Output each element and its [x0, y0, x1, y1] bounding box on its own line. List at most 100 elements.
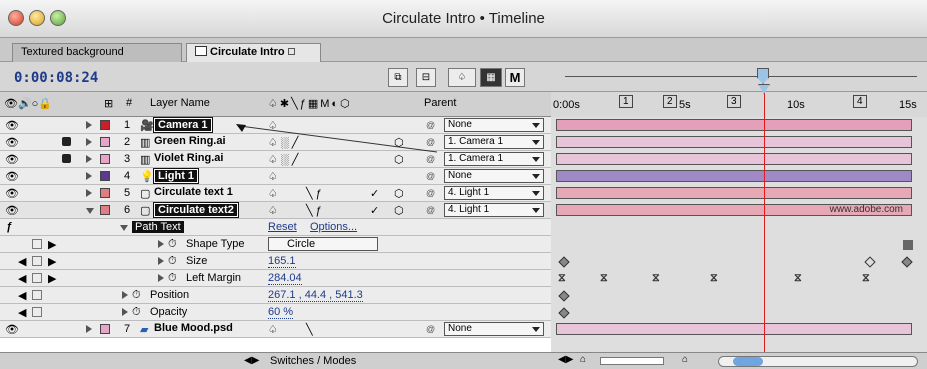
hold-keyframe-icon[interactable]: ⧖ — [600, 273, 610, 284]
expand-triangle-icon[interactable] — [158, 257, 164, 265]
effect-switch-icon[interactable]: ƒ — [6, 221, 12, 233]
label-color-swatch[interactable] — [100, 188, 110, 198]
current-time-indicator[interactable] — [764, 92, 765, 352]
layer-name[interactable]: Circulate text 1 — [154, 186, 233, 198]
layer-duration-bar[interactable] — [556, 323, 912, 335]
parent-select[interactable]: None — [444, 322, 544, 336]
layer-row-4[interactable]: 👁 4 💡 Light 1 ♤ @ None — [0, 168, 551, 185]
comp-marker[interactable]: 3 — [727, 95, 741, 108]
keyframe-next-icon[interactable]: ▶ — [48, 255, 56, 268]
size-value[interactable]: 165.1 — [268, 255, 296, 268]
tab-close-icon[interactable] — [287, 48, 295, 55]
expand-triangle-icon[interactable] — [86, 172, 92, 180]
parent-select[interactable]: 4. Light 1 — [444, 186, 544, 200]
shy-layers-icon[interactable]: ♤ — [448, 68, 476, 87]
layer-row-6[interactable]: 👁 6 ▢ Circulate text2 ♤ ╲ ƒ ✓ ⬡ @ 4. Lig… — [0, 202, 551, 219]
expand-triangle-icon[interactable] — [158, 240, 164, 248]
quality-switch-icon[interactable]: ╲ — [306, 323, 313, 336]
parent-pick-whip-icon[interactable]: @ — [426, 205, 435, 215]
stopwatch-icon[interactable]: ⏱ — [168, 238, 177, 251]
property-row-left-margin[interactable]: ◀ ▶ ⏱ Left Margin 284.04 — [0, 270, 551, 287]
time-navigator[interactable] — [551, 66, 927, 90]
parent-select[interactable]: None — [444, 169, 544, 183]
keyframe-nav-box[interactable] — [32, 239, 42, 249]
layer-duration-bar[interactable]: www.adobe.com — [556, 204, 912, 216]
expand-triangle-icon[interactable] — [86, 155, 92, 163]
left-margin-value[interactable]: 284.04 — [268, 272, 302, 285]
keyframe-nav-box[interactable] — [32, 273, 42, 283]
label-color-swatch[interactable] — [100, 171, 110, 181]
shape-type-select[interactable]: Circle — [268, 237, 378, 251]
label-color-swatch[interactable] — [100, 205, 110, 215]
keyframe-prev-icon[interactable]: ◀ — [18, 289, 26, 302]
adjustment-check-icon[interactable]: ✓ — [370, 187, 379, 200]
keyframe-nav-box[interactable] — [32, 256, 42, 266]
keyframe-nav-box[interactable] — [32, 290, 42, 300]
layer-name[interactable]: Green Ring.ai — [154, 135, 226, 147]
zoom-slider[interactable] — [600, 357, 664, 365]
parent-pick-whip-icon[interactable]: @ — [426, 171, 435, 181]
lock-icon[interactable] — [62, 154, 71, 163]
expand-triangle-icon[interactable] — [86, 325, 92, 333]
layer-duration-bar[interactable] — [556, 119, 912, 131]
keyframe-nav-box[interactable] — [32, 307, 42, 317]
layer-duration-bar[interactable] — [556, 187, 912, 199]
parent-pick-whip-icon[interactable]: @ — [426, 324, 435, 334]
tab-textured-background[interactable]: Textured background — [12, 43, 182, 62]
scroll-arrows-icon[interactable]: ◀▶ — [558, 354, 573, 365]
adjustment-check-icon[interactable]: ✓ — [370, 204, 379, 217]
path-text-group-row[interactable]: ƒ Path Text Reset Options... — [0, 219, 551, 236]
expand-triangle-icon[interactable] — [86, 189, 92, 197]
layer-name[interactable]: Blue Mood.psd — [154, 322, 233, 334]
tab-circulate-intro[interactable]: Circulate Intro — [186, 43, 321, 62]
label-color-swatch[interactable] — [100, 120, 110, 130]
horizontal-scrollbar[interactable] — [718, 356, 918, 367]
toggle-pane-icon[interactable]: ◀▶ — [244, 355, 259, 366]
layer-duration-bar[interactable] — [556, 153, 912, 165]
collapse-triangle-icon[interactable] — [120, 225, 128, 231]
stopwatch-icon[interactable]: ⏱ — [132, 289, 141, 302]
hold-keyframe-icon[interactable]: ⧖ — [794, 273, 804, 284]
parent-select[interactable]: 1. Camera 1 — [444, 135, 544, 149]
collapse-triangle-icon[interactable] — [86, 208, 94, 214]
label-color-swatch[interactable] — [100, 324, 110, 334]
layer-name[interactable]: Light 1 — [152, 168, 200, 184]
expand-triangle-icon[interactable] — [122, 308, 128, 316]
layer-name[interactable]: Violet Ring.ai — [154, 152, 223, 164]
keyframe-next-icon[interactable]: ▶ — [48, 238, 56, 251]
keyframe-next-icon[interactable]: ▶ — [48, 272, 56, 285]
property-row-size[interactable]: ◀ ▶ ⏱ Size 165.1 — [0, 253, 551, 270]
layer-duration-bar[interactable] — [556, 170, 912, 182]
layer-row-7[interactable]: 👁 7 ▰ Blue Mood.psd ♤ ╲ @ None — [0, 321, 551, 338]
expand-triangle-icon[interactable] — [158, 274, 164, 282]
expand-triangle-icon[interactable] — [86, 121, 92, 129]
hold-keyframe-icon[interactable]: ⧖ — [652, 273, 662, 284]
hold-keyframe-icon[interactable] — [903, 240, 913, 250]
keyframe-prev-icon[interactable]: ◀ — [18, 255, 26, 268]
hold-keyframe-icon[interactable]: ⧖ — [862, 273, 872, 284]
switches-modes-toggle[interactable]: Switches / Modes — [270, 355, 356, 367]
layer-duration-bar[interactable] — [556, 136, 912, 148]
eye-icon[interactable]: 👁 — [5, 187, 19, 200]
frame-blending-icon[interactable]: ▦ — [480, 68, 502, 87]
comp-marker[interactable]: 4 — [853, 95, 867, 108]
hold-keyframe-icon[interactable]: ⧖ — [558, 273, 568, 284]
parent-select[interactable]: 1. Camera 1 — [444, 152, 544, 166]
expand-triangle-icon[interactable] — [86, 138, 92, 146]
layer-name[interactable]: Circulate text2 — [153, 202, 239, 218]
comp-marker-icon[interactable]: ⧉ — [388, 68, 408, 87]
property-row-opacity[interactable]: ◀ ⏱ Opacity 60 % — [0, 304, 551, 321]
eye-icon[interactable]: 👁 — [5, 119, 19, 132]
stopwatch-icon[interactable]: ⏱ — [168, 272, 177, 285]
3d-layer-icon[interactable]: ⬡ — [394, 187, 404, 200]
3d-layer-icon[interactable]: ⬡ — [394, 204, 404, 217]
quality-switch-icon[interactable]: ╲ ƒ — [306, 187, 322, 200]
parent-select[interactable]: None — [444, 118, 544, 132]
eye-icon[interactable]: 👁 — [5, 136, 19, 149]
eye-icon[interactable]: 👁 — [5, 323, 19, 336]
shy-switch-icon[interactable]: ♤ — [268, 323, 278, 336]
shy-switch-icon[interactable]: ♤ — [268, 187, 278, 200]
quality-switch-icon[interactable]: ╲ ƒ — [306, 204, 322, 217]
shy-switch-icon[interactable]: ♤ — [268, 170, 278, 183]
label-color-swatch[interactable] — [100, 154, 110, 164]
